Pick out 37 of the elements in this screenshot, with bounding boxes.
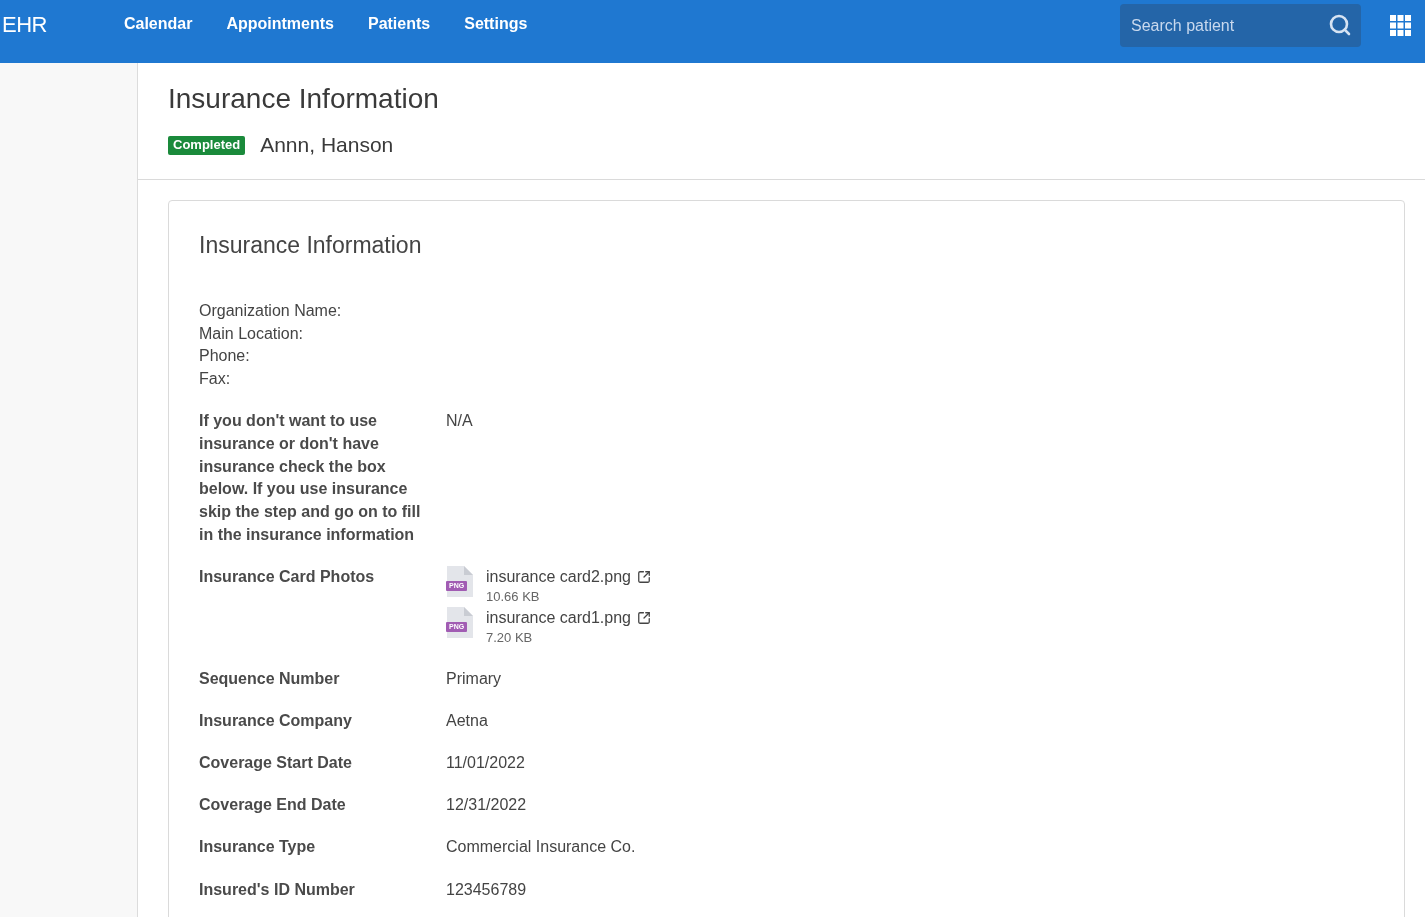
file-link[interactable]: insurance card1.png xyxy=(486,607,631,630)
field-label: Coverage End Date xyxy=(199,795,346,816)
file-size: 7.20 KB xyxy=(486,629,533,647)
field-label: Insured's ID Number xyxy=(199,879,355,900)
field-label: Insurance Company xyxy=(199,710,352,731)
page-title: Insurance Information xyxy=(168,82,440,116)
brand-logo[interactable]: EHR xyxy=(0,0,47,50)
field-label: If you don't want to use insurance or don't have insurance check the box below. If you use insurance skip the step and go on to fill in the insurance information xyxy=(199,411,422,545)
file-size: 10.66 KB xyxy=(486,588,540,606)
field-label: Coverage Start Date xyxy=(199,752,352,773)
field-value: Aetna xyxy=(446,710,488,731)
file-link[interactable]: insurance card2.png xyxy=(486,566,631,589)
field-value: 12/31/2022 xyxy=(446,795,527,816)
organization-label: Organization Name: xyxy=(199,301,342,321)
field-label: Sequence Number xyxy=(199,668,340,689)
nav-link[interactable]: Patients xyxy=(359,0,439,48)
search-field[interactable]: Search patient xyxy=(1120,4,1361,47)
external-link-icon[interactable] xyxy=(637,570,651,585)
patient-name: Annn, Hanson xyxy=(260,133,394,157)
nav-link[interactable]: Settings xyxy=(456,0,536,48)
organization-label: Main Location: xyxy=(199,323,304,344)
field-value: Primary xyxy=(446,668,502,689)
field-value: 123456789 xyxy=(446,879,527,900)
field-value: 11/01/2022 xyxy=(446,752,525,773)
organization-label: Fax: xyxy=(199,369,231,390)
app-grid-icon[interactable] xyxy=(1390,14,1411,36)
organization-label: Phone: xyxy=(199,346,250,367)
field-label: Insurance Type xyxy=(199,837,316,858)
field-label: Insurance Card Photos xyxy=(199,567,375,588)
field-value: N/A xyxy=(446,411,473,432)
field-value: Commercial Insurance Co. xyxy=(446,837,636,858)
status-badge: Completed xyxy=(168,135,246,155)
nav-link[interactable]: Appointments xyxy=(218,0,342,48)
search-icon[interactable] xyxy=(1328,13,1352,37)
card-title: Insurance Information xyxy=(199,231,423,260)
nav-link[interactable]: Calendar xyxy=(115,0,201,48)
external-link-icon[interactable] xyxy=(637,611,651,626)
